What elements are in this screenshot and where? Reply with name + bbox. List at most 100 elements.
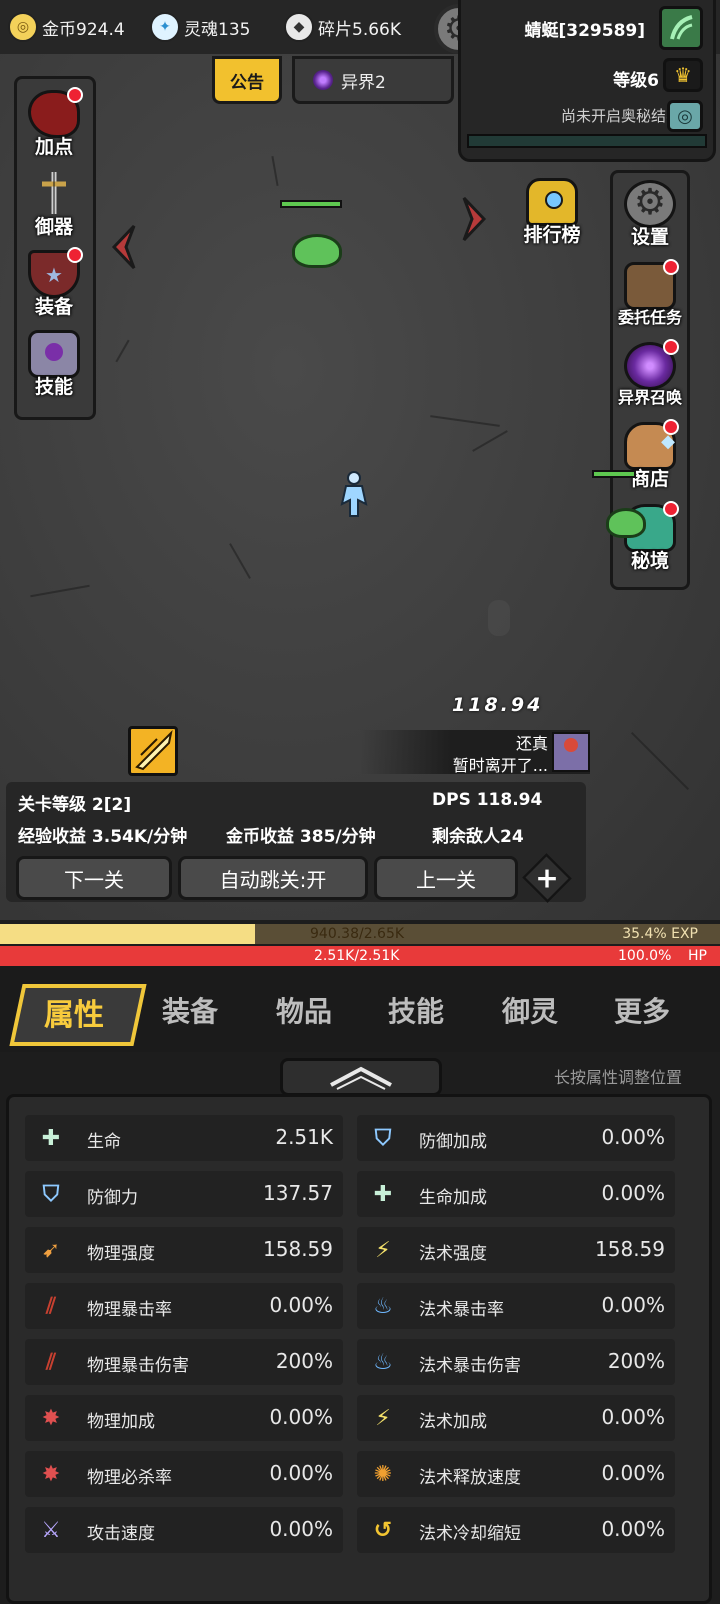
attr-row[interactable]: ⚡ 法术加成 0.00%: [357, 1395, 675, 1441]
enemies-left: 剩余敌人24: [432, 827, 524, 847]
flame-icon: ♨: [373, 1349, 393, 1375]
prev-stage-button[interactable]: 上一关: [374, 856, 518, 900]
burst-icon: ✸: [41, 1405, 61, 1431]
hp-percent: 100.0%: [618, 948, 672, 964]
equipment-button[interactable]: ★ 装备: [14, 247, 94, 319]
slime-enemy[interactable]: [292, 234, 342, 268]
collapse-button[interactable]: [280, 1058, 442, 1096]
attr-value: 0.00%: [601, 1181, 665, 1205]
attr-name: 法术强度: [419, 1244, 487, 1264]
vortex-portal-icon: [624, 339, 679, 390]
weapon-control-button[interactable]: 御器: [14, 170, 94, 239]
shard-icon: ◆: [284, 12, 314, 42]
player-avatar-icon[interactable]: [659, 6, 703, 50]
attr-name: 物理必杀率: [87, 1468, 172, 1488]
attr-row[interactable]: ✚ 生命 2.51K: [25, 1115, 343, 1161]
slime-enemy[interactable]: [606, 508, 646, 538]
shield-icon: ⛉: [374, 1125, 392, 1151]
gold-value: 金币924.4: [42, 19, 125, 40]
next-stage-button[interactable]: 下一关: [16, 856, 172, 900]
attr-value: 200%: [275, 1349, 333, 1373]
attr-name: 攻击速度: [87, 1524, 155, 1544]
attr-value: 2.51K: [275, 1125, 333, 1149]
add-points-button[interactable]: 加点: [14, 87, 94, 159]
attr-row[interactable]: ⚔ 攻击速度 0.00%: [25, 1507, 343, 1553]
tab-equipment[interactable]: 装备: [162, 990, 218, 1030]
attr-row[interactable]: ⫽ 物理暴击伤害 200%: [25, 1339, 343, 1385]
chat-avatar: [552, 732, 590, 772]
shards-value: 碎片5.66K: [318, 19, 401, 40]
auto-skip-button[interactable]: 自动跳关:开: [178, 856, 368, 900]
sword-icon: [28, 170, 80, 218]
tab-attributes[interactable]: 属性: [44, 990, 104, 1034]
shop-button[interactable]: ◆ 商店: [610, 419, 690, 491]
secret-realm-status: 尚未开启奥秘结界: [560, 107, 681, 125]
commission-task-button[interactable]: 委托任务: [610, 259, 690, 328]
hp-text: 2.51K/2.51K: [314, 948, 400, 964]
attr-row[interactable]: ⛉ 防御加成 0.00%: [357, 1115, 675, 1161]
shield-icon: ⛉: [42, 1181, 60, 1207]
burst-icon: ✸: [41, 1461, 61, 1487]
leaderboard-label: 排行榜: [523, 224, 581, 246]
prev-arrow-icon[interactable]: [108, 224, 138, 270]
attr-value: 200%: [607, 1349, 665, 1373]
attr-row[interactable]: ✺ 法术释放速度 0.00%: [357, 1451, 675, 1497]
meat-icon: [28, 87, 83, 138]
swirl-icon: ↺: [373, 1517, 393, 1543]
trophy-icon: [526, 178, 578, 226]
attr-row[interactable]: ↺ 法术冷却缩短 0.00%: [357, 1507, 675, 1553]
attr-row[interactable]: ♨ 法术暴击伤害 200%: [357, 1339, 675, 1385]
realm-summon-button[interactable]: 异界召唤: [610, 339, 690, 408]
chat-bubble[interactable]: 还真 暂时离开了...: [360, 730, 590, 775]
attr-row[interactable]: ⛉ 防御力 137.57: [25, 1171, 343, 1217]
settings-button[interactable]: ⚙ 设置: [610, 180, 690, 249]
attr-name: 法术暴击率: [419, 1300, 504, 1320]
attr-value: 0.00%: [601, 1461, 665, 1485]
soul-value: 灵魂135: [184, 19, 251, 40]
attr-row[interactable]: ♨ 法术暴击率 0.00%: [357, 1283, 675, 1329]
secret-realm-progress: [467, 134, 707, 148]
attr-value: 137.57: [263, 1181, 333, 1205]
attr-row[interactable]: ⚡ 法术强度 158.59: [357, 1227, 675, 1273]
attr-row[interactable]: ✚ 生命加成 0.00%: [357, 1171, 675, 1217]
lightning-icon: ⚡: [375, 1405, 391, 1431]
soul-counter: ✦ 灵魂135: [150, 12, 250, 42]
gold-counter: ◎ 金币924.4: [8, 12, 125, 42]
attributes-panel: ✚ 生命 2.51K ⛉ 防御力 137.57 ➹ 物理强度 158.59 ⫽ …: [6, 1094, 712, 1604]
attr-name: 物理加成: [87, 1412, 155, 1432]
skill-slot-icon[interactable]: [128, 726, 178, 776]
skills-button[interactable]: 技能: [14, 330, 94, 399]
next-arrow-icon[interactable]: [460, 196, 490, 242]
attr-name: 防御力: [87, 1188, 138, 1208]
attr-value: 0.00%: [269, 1405, 333, 1429]
tab-items[interactable]: 物品: [276, 990, 332, 1030]
plus-icon: ✚: [41, 1125, 61, 1151]
exp-bar-fill: [0, 924, 255, 944]
realm-tab[interactable]: 异界2: [292, 56, 454, 104]
attr-name: 法术加成: [419, 1412, 487, 1432]
tab-skills[interactable]: 技能: [388, 990, 444, 1030]
tab-spirit[interactable]: 御灵: [502, 990, 558, 1030]
attr-row[interactable]: ✸ 物理必杀率 0.00%: [25, 1451, 343, 1497]
weapon-control-label: 御器: [34, 216, 73, 238]
notice-tab[interactable]: 公告: [212, 56, 282, 104]
attr-row[interactable]: ⫽ 物理暴击率 0.00%: [25, 1283, 343, 1329]
vortex-icon: [313, 70, 333, 90]
tab-more[interactable]: 更多: [614, 990, 670, 1030]
exp-bar: 940.38/2.65K 35.4% EXP: [0, 924, 720, 944]
hp-label: HP: [688, 948, 707, 964]
portal-swirl-icon[interactable]: ◎: [667, 100, 703, 132]
attr-name: 物理强度: [87, 1244, 155, 1264]
attr-row[interactable]: ➹ 物理强度 158.59: [25, 1227, 343, 1273]
secret-realm-label: 秘境: [630, 550, 669, 572]
leaderboard-button[interactable]: 排行榜: [512, 178, 592, 247]
chat-sender: 还真: [515, 734, 548, 753]
attr-row[interactable]: ✸ 物理加成 0.00%: [25, 1395, 343, 1441]
soul-icon: ✦: [150, 12, 180, 42]
exp-percent: 35.4% EXP: [622, 926, 698, 942]
player-level: 等级6: [613, 71, 659, 91]
game-scene[interactable]: ◎ 金币924.4 ✦ 灵魂135 ◆ 碎片5.66K ⚙ 蜻蜓[329589]…: [0, 0, 720, 920]
attr-value: 158.59: [595, 1237, 665, 1261]
flame-icon: ♨: [373, 1293, 393, 1319]
player-panel: 蜻蜓[329589] 等级6 ♛ 尚未开启奥秘结界 ◎: [458, 0, 716, 162]
